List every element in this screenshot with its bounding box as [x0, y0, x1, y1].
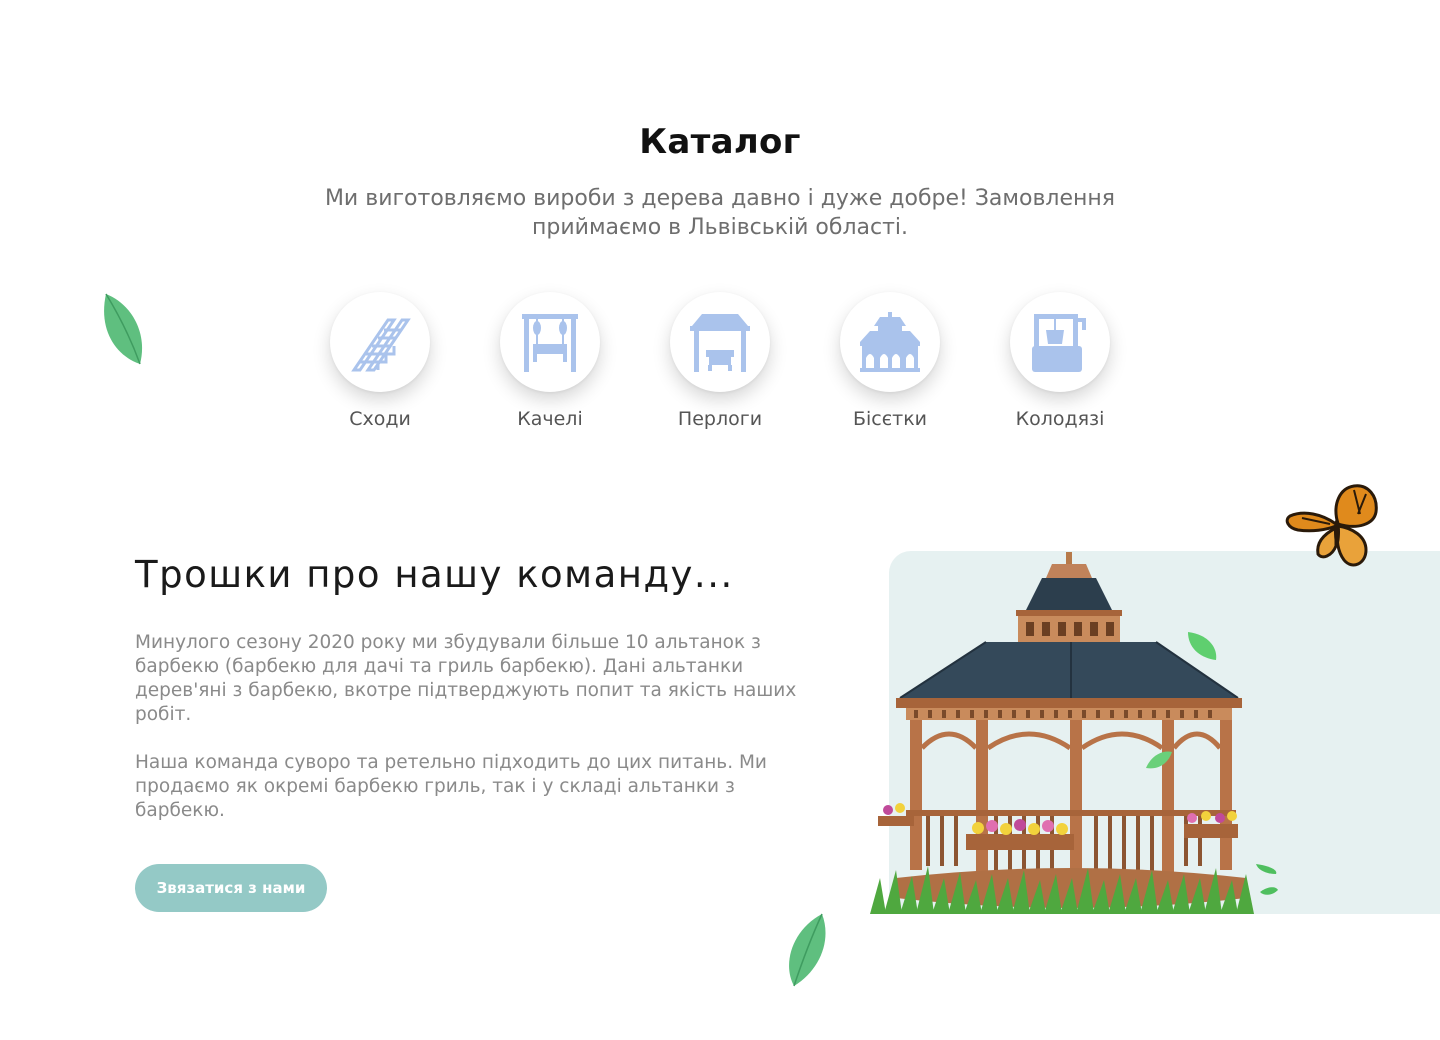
- leaf-icon: [1256, 864, 1278, 895]
- pergola-icon: [690, 314, 750, 372]
- category-stairs[interactable]: Сходи: [300, 292, 460, 430]
- team-paragraph-1: Минулого сезону 2020 року ми збудували б…: [135, 632, 797, 725]
- gazebo-icon: [860, 312, 920, 372]
- team-title: Трошки про нашу команду...: [135, 553, 734, 596]
- swing-icon: [522, 314, 578, 372]
- catalog-subtitle: Ми виготовляємо вироби з дерева давно і …: [324, 186, 1116, 240]
- well-icon: [1032, 314, 1086, 372]
- catalog-title: Каталог: [639, 122, 801, 162]
- category-swings[interactable]: Качелі: [470, 292, 630, 430]
- team-paragraph-2: Наша команда суворо та ретельно підходит…: [135, 752, 767, 821]
- contact-us-button[interactable]: Звязатися з нами: [135, 864, 327, 912]
- stairs-icon: [351, 318, 411, 372]
- leaf-icon: [104, 293, 143, 365]
- category-gazebos[interactable]: Бісєтки: [810, 292, 970, 430]
- leaf-icon: [1188, 632, 1217, 660]
- category-wells[interactable]: Колодязі: [980, 292, 1140, 430]
- category-label: Перлоги: [677, 408, 763, 430]
- leaf-icon: [789, 913, 826, 987]
- gazebo-image: [870, 552, 1254, 914]
- category-circle: [500, 292, 600, 392]
- butterfly-icon: [1285, 484, 1378, 567]
- category-label: Сходи: [349, 408, 411, 430]
- category-label: Колодязі: [1015, 408, 1105, 430]
- leaf-icon: [1146, 751, 1172, 769]
- category-pergolas[interactable]: Перлоги: [640, 292, 800, 430]
- category-label: Качелі: [517, 408, 583, 430]
- category-label: Бісєтки: [852, 408, 928, 430]
- category-circle: [840, 292, 940, 392]
- category-circle: [1010, 292, 1110, 392]
- category-circle: [670, 292, 770, 392]
- category-circle: [330, 292, 430, 392]
